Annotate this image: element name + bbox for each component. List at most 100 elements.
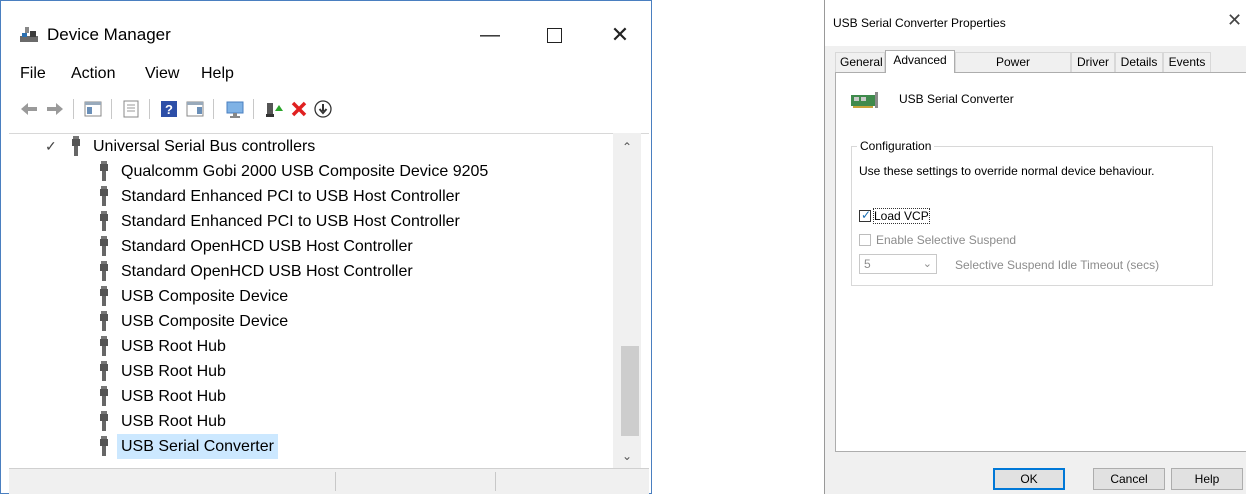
tree-item[interactable]: USB Root Hub: [99, 334, 230, 359]
toolbar-separator: [213, 99, 214, 119]
tree-item-label: USB Root Hub: [121, 388, 226, 405]
usb-plug-icon: [100, 410, 108, 431]
svg-text:?: ?: [165, 102, 173, 117]
menu-bar: File Action View Help: [1, 61, 651, 89]
toolbar-separator: [253, 99, 254, 119]
usb-device-icon: [851, 92, 878, 108]
dialog-title: USB Serial Converter Properties: [833, 16, 1006, 30]
tree-item[interactable]: Qualcomm Gobi 2000 USB Composite Device …: [99, 159, 492, 184]
usb-plug-icon: [100, 310, 108, 331]
status-divider: [335, 472, 336, 491]
tab-details[interactable]: Details: [1115, 52, 1163, 72]
tab-advanced[interactable]: Advanced: [885, 50, 955, 73]
window-title: Device Manager: [47, 25, 171, 44]
load-vcp-checkbox[interactable]: ✓: [859, 208, 871, 222]
vertical-scrollbar[interactable]: ⌃ ⌄: [613, 133, 641, 468]
usb-plug-icon: [72, 135, 80, 156]
update-driver-icon[interactable]: [263, 99, 283, 119]
usb-plug-icon: [100, 210, 108, 231]
device-name: USB Serial Converter: [899, 92, 1014, 106]
scroll-up-icon[interactable]: ⌃: [613, 137, 641, 157]
maximize-button[interactable]: [531, 19, 577, 51]
tree-item-label: Standard OpenHCD USB Host Controller: [121, 238, 413, 255]
tree-item[interactable]: USB Composite Device: [99, 309, 292, 334]
status-bar: [9, 468, 649, 494]
chevron-down-icon[interactable]: ✓: [45, 134, 57, 159]
show-hide-console-tree-icon[interactable]: [83, 99, 103, 119]
usb-plug-icon: [100, 235, 108, 256]
scroll-thumb[interactable]: [621, 346, 639, 436]
chevron-down-icon: ⌄: [922, 258, 932, 270]
tree-item[interactable]: USB Root Hub: [99, 409, 230, 434]
tree-item[interactable]: Standard OpenHCD USB Host Controller: [99, 259, 417, 284]
timeout-select[interactable]: 5 ⌄: [859, 254, 937, 274]
tab-events[interactable]: Events: [1163, 52, 1211, 72]
usb-plug-icon: [100, 160, 108, 181]
toolbar-separator: [149, 99, 150, 119]
tree-item-label: USB Root Hub: [121, 338, 226, 355]
menu-help[interactable]: Help: [201, 65, 234, 83]
tab-general[interactable]: General: [835, 52, 885, 72]
close-icon[interactable]: ✕: [1227, 10, 1246, 31]
usb-plug-icon: [100, 260, 108, 281]
action-pane-icon[interactable]: [185, 99, 205, 119]
toolbar-separator: [73, 99, 74, 119]
back-icon[interactable]: [19, 99, 39, 119]
tree-item-label: USB Serial Converter: [117, 434, 278, 459]
timeout-value: 5: [864, 257, 871, 271]
tree-item-label: USB Composite Device: [121, 313, 289, 330]
device-tree: ✓ Universal Serial Bus controllers Qualc…: [9, 133, 649, 469]
usb-plug-icon: [100, 285, 108, 306]
menu-view[interactable]: View: [145, 65, 179, 83]
properties-icon[interactable]: [121, 99, 141, 119]
tree-item-label: Qualcomm Gobi 2000 USB Composite Device …: [121, 163, 489, 180]
tree-item[interactable]: USB Root Hub: [99, 384, 230, 409]
scan-hardware-icon[interactable]: [225, 99, 245, 119]
selective-suspend-label: Enable Selective Suspend: [876, 233, 1017, 247]
usb-plug-icon: [100, 185, 108, 206]
tree-item[interactable]: Standard Enhanced PCI to USB Host Contro…: [99, 184, 464, 209]
cancel-button[interactable]: Cancel: [1093, 468, 1165, 490]
minimize-button[interactable]: —: [467, 19, 513, 51]
tree-item-label: Standard Enhanced PCI to USB Host Contro…: [121, 213, 460, 230]
tree-item[interactable]: USB Root Hub: [99, 359, 230, 384]
disable-device-icon[interactable]: [313, 99, 333, 119]
menu-action[interactable]: Action: [71, 65, 115, 83]
toolbar-separator: [111, 99, 112, 119]
usb-plug-icon: [100, 385, 108, 406]
forward-icon[interactable]: [45, 99, 65, 119]
tree-item[interactable]: USB Composite Device: [99, 284, 292, 309]
help-button[interactable]: Help: [1171, 468, 1243, 490]
usb-plug-icon: [100, 360, 108, 381]
help-icon[interactable]: ?: [159, 99, 179, 119]
tab-driver[interactable]: Driver: [1071, 52, 1115, 72]
tab-power-management[interactable]: Power Management: [955, 52, 1071, 87]
usb-plug-icon: [100, 335, 108, 356]
tab-strip: General Advanced Power Management Driver…: [835, 50, 1246, 87]
configuration-description: Use these settings to override normal de…: [859, 164, 1155, 178]
tree-item-selected[interactable]: USB Serial Converter: [99, 434, 278, 459]
selective-suspend-checkbox[interactable]: [859, 234, 871, 246]
scroll-down-icon[interactable]: ⌄: [613, 446, 641, 466]
toolbar: ?: [1, 91, 651, 127]
tree-item-label: Standard OpenHCD USB Host Controller: [121, 263, 413, 280]
menu-file[interactable]: File: [20, 65, 46, 83]
timeout-label: Selective Suspend Idle Timeout (secs): [955, 258, 1160, 272]
status-divider: [495, 472, 496, 491]
configuration-group-label: Configuration: [857, 139, 935, 153]
maximize-icon: [546, 28, 562, 44]
device-manager-icon: [20, 27, 38, 42]
tree-item[interactable]: Standard Enhanced PCI to USB Host Contro…: [99, 209, 464, 234]
ok-button[interactable]: OK: [993, 468, 1065, 490]
tree-item[interactable]: Standard OpenHCD USB Host Controller: [99, 234, 417, 259]
dialog-title-bar: USB Serial Converter Properties ✕: [825, 0, 1246, 46]
usb-plug-icon: [100, 435, 108, 456]
tree-item-label: USB Composite Device: [121, 288, 289, 305]
uninstall-icon[interactable]: [289, 99, 309, 119]
load-vcp-label[interactable]: Load VCP: [873, 208, 930, 224]
tree-item-label: USB Root Hub: [121, 363, 226, 380]
tree-category-usb[interactable]: ✓ Universal Serial Bus controllers: [9, 134, 609, 159]
tree-item-label: USB Root Hub: [121, 413, 226, 430]
properties-dialog: USB Serial Converter Properties ✕ Genera…: [824, 0, 1246, 494]
close-button[interactable]: ✕: [597, 19, 643, 51]
